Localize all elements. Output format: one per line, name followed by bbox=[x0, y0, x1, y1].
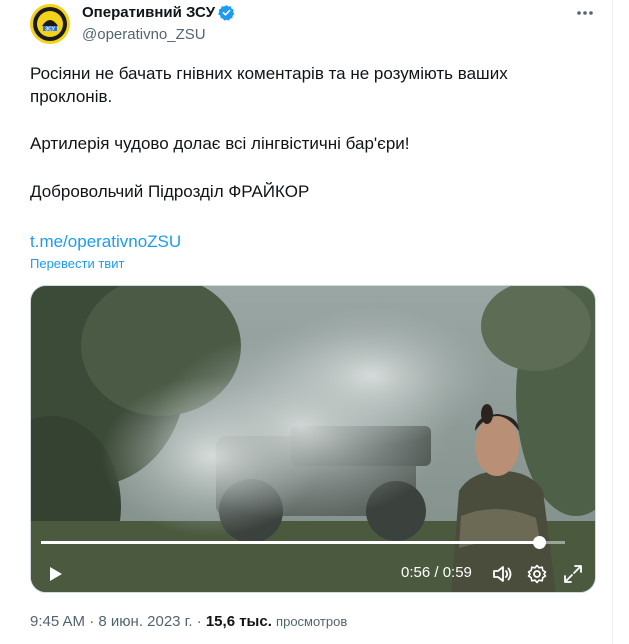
tweet-paragraph: Артилерія чудово долає всі лінгвістичні … bbox=[30, 134, 410, 153]
video-progress-fill bbox=[41, 541, 539, 544]
tweet-paragraph: Росіяни не бачать гнівних коментарів та … bbox=[30, 64, 508, 106]
tweet-meta: 9:45 AM · 8 июн. 2023 г. · 15,6 тыс. про… bbox=[30, 613, 347, 630]
settings-gear-icon[interactable] bbox=[526, 563, 548, 585]
video-player[interactable]: 0:56 / 0:59 bbox=[30, 285, 596, 593]
more-dots-icon[interactable] bbox=[574, 4, 596, 22]
tweet-link[interactable]: t.me/operativnoZSU bbox=[30, 230, 181, 253]
avatar[interactable]: ЗСУ bbox=[30, 4, 70, 44]
verified-badge-icon bbox=[218, 5, 235, 21]
video-progress-bar[interactable] bbox=[41, 536, 565, 549]
views-label: просмотров bbox=[276, 614, 348, 629]
tweet-time[interactable]: 9:45 AM bbox=[30, 613, 85, 630]
fullscreen-icon[interactable] bbox=[562, 563, 584, 585]
play-icon[interactable] bbox=[45, 564, 65, 584]
video-time-display: 0:56 / 0:59 bbox=[401, 564, 472, 581]
author-handle[interactable]: @operativno_ZSU bbox=[82, 26, 206, 43]
tweet-card: ЗСУ Оперативний ЗСУ @operativno_ZSU Росі… bbox=[0, 0, 613, 644]
volume-icon[interactable] bbox=[491, 563, 513, 585]
video-progress-knob[interactable] bbox=[532, 536, 546, 549]
tweet-date[interactable]: 8 июн. 2023 г. bbox=[98, 613, 192, 630]
views-count: 15,6 тыс. bbox=[205, 613, 272, 630]
author-display-name[interactable]: Оперативний ЗСУ bbox=[82, 4, 215, 21]
meta-separator: · bbox=[89, 613, 95, 630]
translate-tweet-link[interactable]: Перевести твит bbox=[30, 256, 124, 271]
meta-separator: · bbox=[196, 613, 202, 630]
author-name-row: Оперативний ЗСУ bbox=[82, 4, 235, 21]
tweet-paragraph: Добровольчий Підрозділ ФРАЙКОР bbox=[30, 182, 310, 201]
svg-text:ЗСУ: ЗСУ bbox=[45, 27, 56, 33]
video-frame bbox=[31, 286, 595, 592]
